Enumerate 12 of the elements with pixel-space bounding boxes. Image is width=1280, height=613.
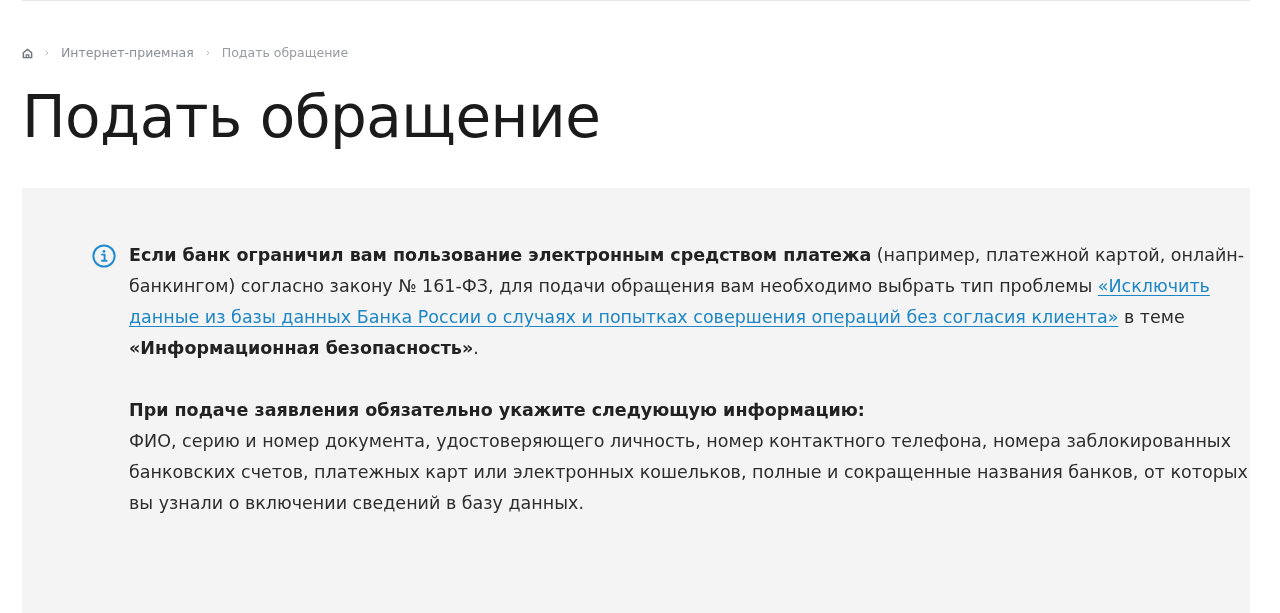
page-title: Подать обращение [22,82,601,152]
chevron-icon [45,50,49,56]
link[interactable]: «Исключить [1097,276,1210,296]
home-icon[interactable] [22,47,33,59]
info-icon [92,244,116,268]
notice-heading: При подаче заявления обязательно укажите следующую информацию: [129,399,866,422]
notice-text: ФИО, серию и номер документа, удостоверяющего личность, номер контактного телефона, номера заблокированных банковских счетов, платежных карт или электронных кошельков, полные и сокращенные названия банков, от которых вы узнали о включении сведений в базу данных. [129,430,1248,515]
link[interactable]: данные из базы данных Банка России о случаях и попытках совершения операций без согласия клиента» [129,307,1119,327]
chevron-icon [205,50,210,56]
breadcrumb-link[interactable]: Интернет-приемная [61,44,194,62]
breadcrumb-current: Подать обращение [221,44,349,62]
notice-text: Если банк ограничил вам пользование электронным средством платежа (например, платежной картой, онлайн-банкингом) согласно закону № 161-ФЗ, для подачи обращения вам необходимо выбрать тип проблемы «Исключить данные из базы данных Банка России о случаях и попытках совершения операций без согласия клиента» в теме «Информационная безопасность». [129,244,1246,360]
